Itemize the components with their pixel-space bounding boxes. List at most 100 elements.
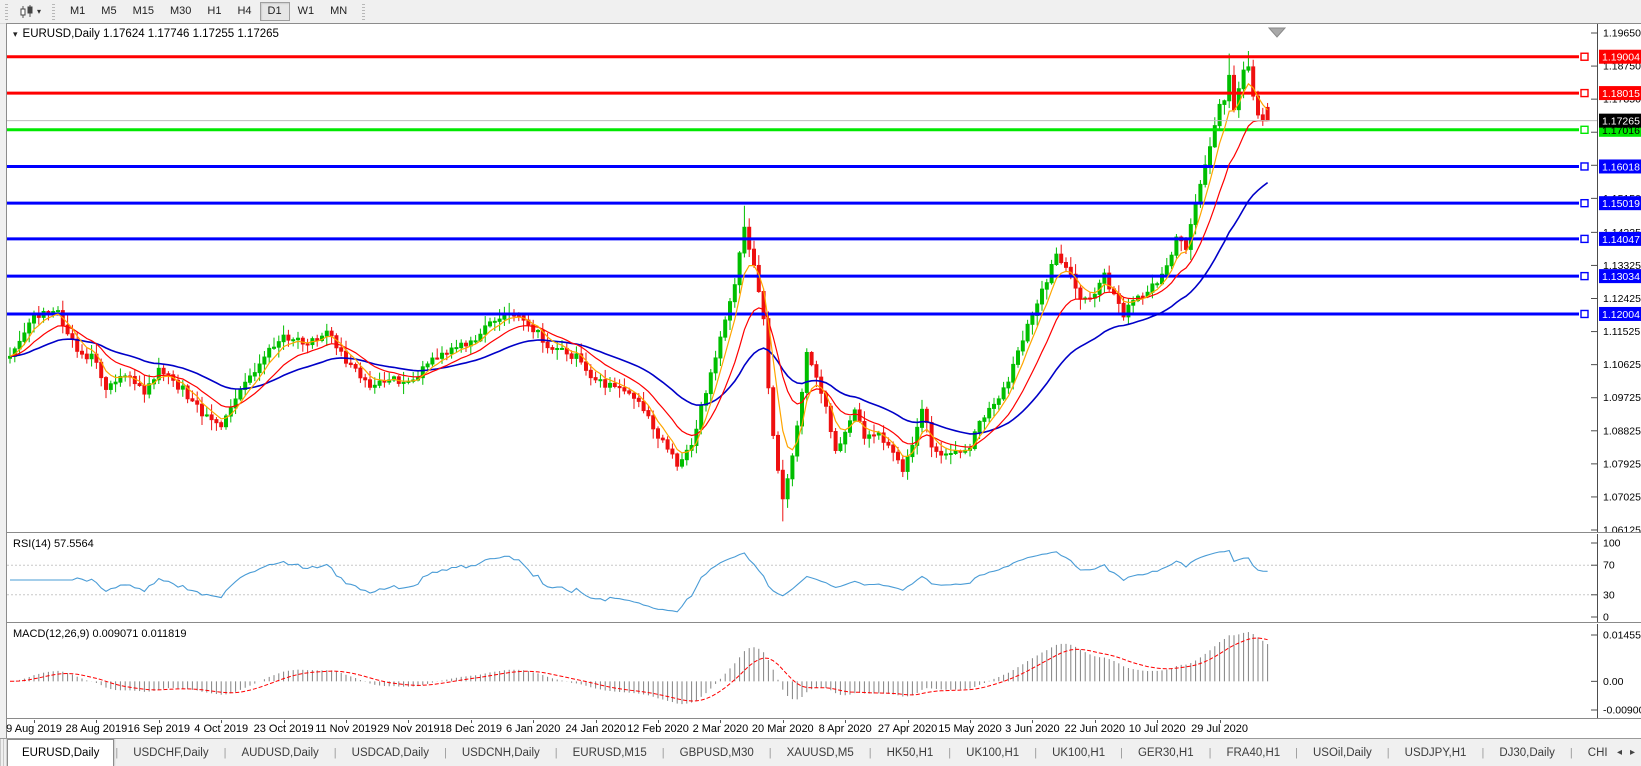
- candle-217: [1049, 264, 1054, 284]
- candle-122: [593, 377, 598, 381]
- date-label-3: 4 Oct 2019: [194, 723, 249, 735]
- date-label-11: 2 Mar 2020: [692, 723, 749, 735]
- chart-tab-7[interactable]: XAUUSD,M5: [773, 739, 868, 766]
- candle-101: [492, 320, 497, 323]
- candle-167: [809, 351, 814, 366]
- chart-tab-3[interactable]: USDCAD,Daily: [338, 739, 443, 766]
- timeframe-button-H1[interactable]: H1: [199, 2, 229, 21]
- chart-tab-12[interactable]: FRA40,H1: [1212, 739, 1294, 766]
- chart-tab-11[interactable]: GER30,H1: [1124, 739, 1208, 766]
- timeframe-button-MN[interactable]: MN: [322, 2, 355, 21]
- toolbar-grip[interactable]: [362, 3, 366, 20]
- date-axis[interactable]: 9 Aug 2019 28 Aug 2019 16 Sep 2019 4 Oct 20…: [6, 720, 1641, 738]
- chart-tab-4[interactable]: USDCNH,Daily: [448, 739, 554, 766]
- date-label-7: 18 Dec 2019: [439, 723, 502, 735]
- candle-239: [1155, 283, 1160, 286]
- timeframe-button-M30[interactable]: M30: [162, 2, 199, 21]
- candle-186: [900, 459, 905, 472]
- timeframe-toolbar: ▾ M1 M5 M15 M30 H1 H4 D1 W1 MN: [0, 0, 1641, 24]
- candle-3: [22, 332, 27, 342]
- candle-179: [867, 434, 872, 439]
- timeframe-button-D1[interactable]: D1: [259, 2, 290, 21]
- candle-66: [324, 330, 329, 337]
- chart-tab-9[interactable]: UK100,H1: [952, 739, 1033, 766]
- chart-type-button[interactable]: ▾: [15, 2, 45, 22]
- candle-138: [670, 448, 675, 455]
- svg-text:1.18015: 1.18015: [1602, 88, 1640, 100]
- candle-151: [732, 284, 737, 303]
- timeframe-button-M1[interactable]: M1: [62, 2, 93, 21]
- candle-44: [219, 422, 224, 428]
- chart-tab-1[interactable]: USDCHF,Daily: [119, 739, 222, 766]
- candle-71: [348, 362, 353, 366]
- candle-52: [257, 363, 262, 374]
- chart-tab-13[interactable]: USOil,Daily: [1299, 739, 1386, 766]
- price-tick-label: 1.07925: [1603, 458, 1641, 470]
- timeframe-button-M5[interactable]: M5: [93, 2, 124, 21]
- chart-tab-0[interactable]: EURUSD,Daily: [7, 739, 115, 766]
- chart-tab-6[interactable]: GBPUSD,M30: [666, 739, 768, 766]
- chart-tab-8[interactable]: HK50,H1: [873, 739, 948, 766]
- tab-scroll-right-button[interactable]: ▸: [1630, 747, 1635, 758]
- candle-115: [560, 347, 564, 350]
- candle-15: [80, 350, 84, 355]
- line-anchor-6: [1580, 271, 1589, 281]
- chart-tab-14[interactable]: USDJPY,H1: [1391, 739, 1481, 766]
- candle-210: [1016, 350, 1020, 365]
- toolbar-grip[interactable]: [52, 3, 56, 20]
- candle-218: [1054, 253, 1059, 266]
- chart-tab-5[interactable]: EURUSD,M15: [559, 739, 661, 766]
- candle-76: [372, 384, 377, 388]
- date-label-8: 6 Jan 2020: [505, 723, 561, 735]
- candle-125: [608, 382, 612, 388]
- candle-43: [214, 419, 219, 424]
- candle-114: [555, 348, 560, 351]
- date-label-17: 22 Jun 2020: [1064, 723, 1126, 735]
- main-chart-canvas[interactable]: 1.196501.187501.178501.169501.160501.151…: [7, 24, 1641, 532]
- candle-241: [1164, 265, 1169, 275]
- timeframe-button-M15[interactable]: M15: [125, 2, 162, 21]
- candle-16: [84, 353, 89, 360]
- candle-102: [497, 318, 502, 322]
- candle-33: [166, 373, 171, 376]
- candle-36: [180, 385, 185, 390]
- candle-150: [728, 301, 732, 321]
- candle-70: [344, 350, 348, 364]
- candle-160: [776, 434, 780, 471]
- candle-73: [358, 367, 363, 379]
- candlestick-chart-icon: [20, 4, 33, 18]
- candle-88: [430, 357, 435, 365]
- macd-panel-canvas[interactable]: 0.014556 0.00 -0.009001: [7, 624, 1641, 718]
- candle-236: [1140, 295, 1145, 298]
- candle-75: [368, 379, 372, 388]
- chart-shift-marker[interactable]: [1267, 27, 1287, 38]
- candle-132: [641, 400, 646, 412]
- candle-58: [286, 334, 291, 341]
- candle-183: [886, 441, 891, 446]
- candle-74: [363, 377, 368, 381]
- candle-100: [488, 321, 492, 327]
- chart-tab-10[interactable]: UK100,H1: [1038, 739, 1119, 766]
- candle-77: [377, 380, 382, 386]
- candle-197: [953, 450, 958, 455]
- candle-220: [1064, 262, 1068, 268]
- timeframe-button-W1[interactable]: W1: [290, 2, 323, 21]
- chart-tab-2[interactable]: AUDUSD,Daily: [227, 739, 332, 766]
- macd-tick-label: 0.014556: [1603, 630, 1641, 642]
- date-label-18: 10 Jul 2020: [1128, 723, 1186, 735]
- svg-text:1.16018: 1.16018: [1602, 161, 1640, 173]
- svg-text:1.19004: 1.19004: [1602, 52, 1640, 64]
- toolbar-grip[interactable]: [5, 3, 8, 20]
- line-anchor-5: [1580, 234, 1589, 244]
- date-label-4: 23 Oct 2019: [253, 723, 314, 735]
- tab-scroll-left-button[interactable]: ◂: [1617, 747, 1622, 758]
- candle-99: [483, 325, 488, 335]
- timeframe-button-H4[interactable]: H4: [229, 2, 259, 21]
- candle-40: [200, 403, 204, 417]
- date-label-2: 16 Sep 2019: [127, 723, 190, 735]
- chart-ohlc-text: EURUSD,Daily 1.17624 1.17746 1.17255 1.1…: [22, 28, 279, 40]
- candle-59: [291, 339, 296, 342]
- chart-tab-15[interactable]: DJ30,Daily: [1485, 739, 1569, 766]
- rsi-panel-canvas[interactable]: 100 70 30 0: [7, 534, 1641, 622]
- candle-94: [459, 342, 464, 349]
